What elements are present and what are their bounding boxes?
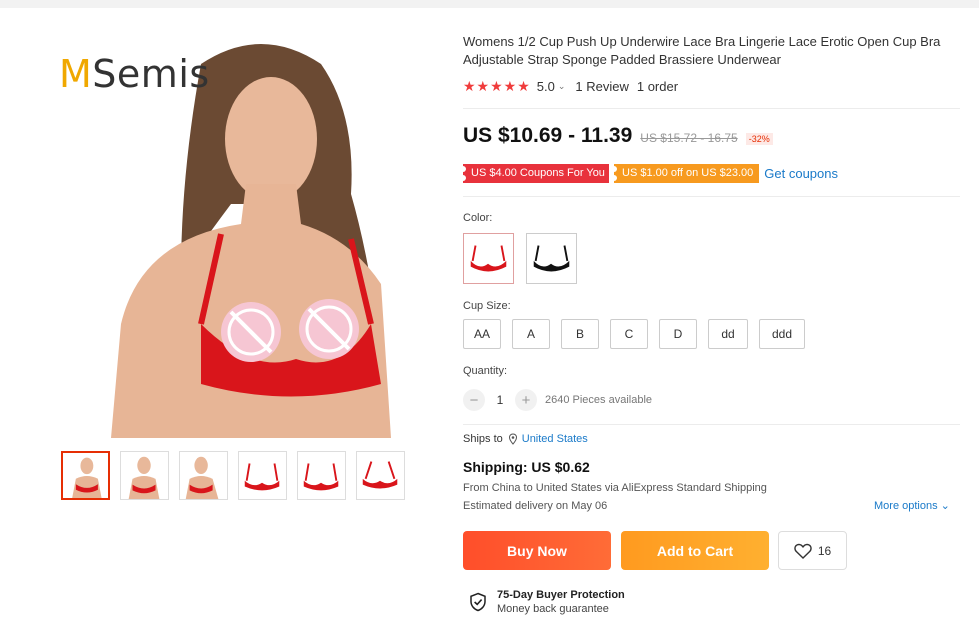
thumbnail-6[interactable] — [356, 451, 405, 500]
brand-logo-rest: Semis — [92, 52, 210, 96]
quantity-value[interactable]: 1 — [485, 393, 515, 407]
brand-logo: MSemis — [59, 52, 210, 96]
color-options — [463, 233, 577, 284]
quantity-stepper: − 1 + 2640 Pieces available — [463, 389, 652, 411]
get-coupons-link[interactable]: Get coupons — [764, 166, 838, 181]
size-option-ddd[interactable]: ddd — [759, 319, 805, 349]
divider — [463, 108, 960, 109]
current-price: US $10.69 - 11.39 — [463, 124, 633, 147]
color-swatch-black[interactable] — [526, 233, 577, 284]
coupon-row: US $4.00 Coupons For You US $1.00 off on… — [463, 164, 838, 183]
discount-badge: -32% — [745, 133, 773, 145]
buyer-protection: 75-Day Buyer Protection Money back guara… — [468, 589, 625, 616]
thumbnail-4[interactable] — [238, 451, 287, 500]
size-option-d[interactable]: D — [659, 319, 697, 349]
wishlist-count: 16 — [817, 543, 832, 558]
star-rating-icon: ★★★★★ — [463, 78, 531, 94]
divider — [463, 424, 960, 425]
add-to-cart-button[interactable]: Add to Cart — [621, 531, 769, 570]
color-swatch-red[interactable] — [463, 233, 514, 284]
wishlist-button[interactable]: 16 — [778, 531, 847, 570]
main-product-image[interactable]: MSemis — [51, 24, 426, 438]
size-option-dd[interactable]: dd — [708, 319, 748, 349]
ship-country-link[interactable]: United States — [522, 433, 588, 445]
protection-subtitle: Money back guarantee — [497, 603, 609, 615]
coupon-badge-2[interactable]: US $1.00 off on US $23.00 — [610, 164, 760, 183]
thumbnail-1[interactable] — [61, 451, 110, 500]
more-options-link[interactable]: More options ⌄ — [874, 499, 950, 512]
location-pin-icon — [508, 433, 517, 445]
original-price: US $15.72 - 16.75 — [640, 131, 738, 145]
pieces-available: 2640 Pieces available — [545, 394, 653, 406]
ships-to-label: Ships to — [463, 433, 503, 445]
protection-title: 75-Day Buyer Protection — [497, 589, 625, 601]
minus-icon[interactable]: − — [463, 389, 485, 411]
product-title: Womens 1/2 Cup Push Up Underwire Lace Br… — [463, 34, 941, 67]
thumbnail-5[interactable] — [297, 451, 346, 500]
size-option-b[interactable]: B — [561, 319, 599, 349]
brand-logo-initial: M — [59, 52, 93, 96]
cup-size-label: Cup Size: — [463, 300, 511, 312]
divider — [463, 196, 960, 197]
plus-icon[interactable]: + — [515, 389, 537, 411]
rating-score[interactable]: 5.0 — [537, 79, 555, 94]
thumbnail-3[interactable] — [179, 451, 228, 500]
price-row: US $10.69 - 11.39 US $15.72 - 16.75 -32% — [463, 124, 773, 148]
size-option-a[interactable]: A — [512, 319, 550, 349]
delivery-estimate: Estimated delivery on May 06 — [463, 500, 608, 512]
rating-row: ★★★★★ 5.0 ⌄ 1 Review 1 order — [463, 78, 678, 95]
size-option-c[interactable]: C — [610, 319, 648, 349]
cup-size-options: AA A B C D dd ddd — [463, 319, 805, 349]
quantity-label: Quantity: — [463, 365, 508, 377]
size-option-aa[interactable]: AA — [463, 319, 501, 349]
coupon-badge-1[interactable]: US $4.00 Coupons For You — [463, 164, 609, 183]
shipping-cost: Shipping: US $0.62 — [463, 459, 590, 475]
chevron-down-icon[interactable]: ⌄ — [558, 81, 566, 92]
top-bar — [0, 0, 979, 8]
color-label: Color: — [463, 212, 493, 224]
thumbnail-2[interactable] — [120, 451, 169, 500]
shield-check-icon — [470, 592, 486, 612]
heart-icon — [794, 543, 812, 559]
shipping-route: From China to United States via AliExpre… — [463, 482, 767, 494]
thumbnail-strip — [61, 451, 405, 500]
buy-now-button[interactable]: Buy Now — [463, 531, 611, 570]
order-count: 1 order — [636, 79, 679, 94]
review-count[interactable]: 1 Review — [575, 79, 628, 94]
ships-to-row: Ships to United States — [463, 433, 588, 445]
